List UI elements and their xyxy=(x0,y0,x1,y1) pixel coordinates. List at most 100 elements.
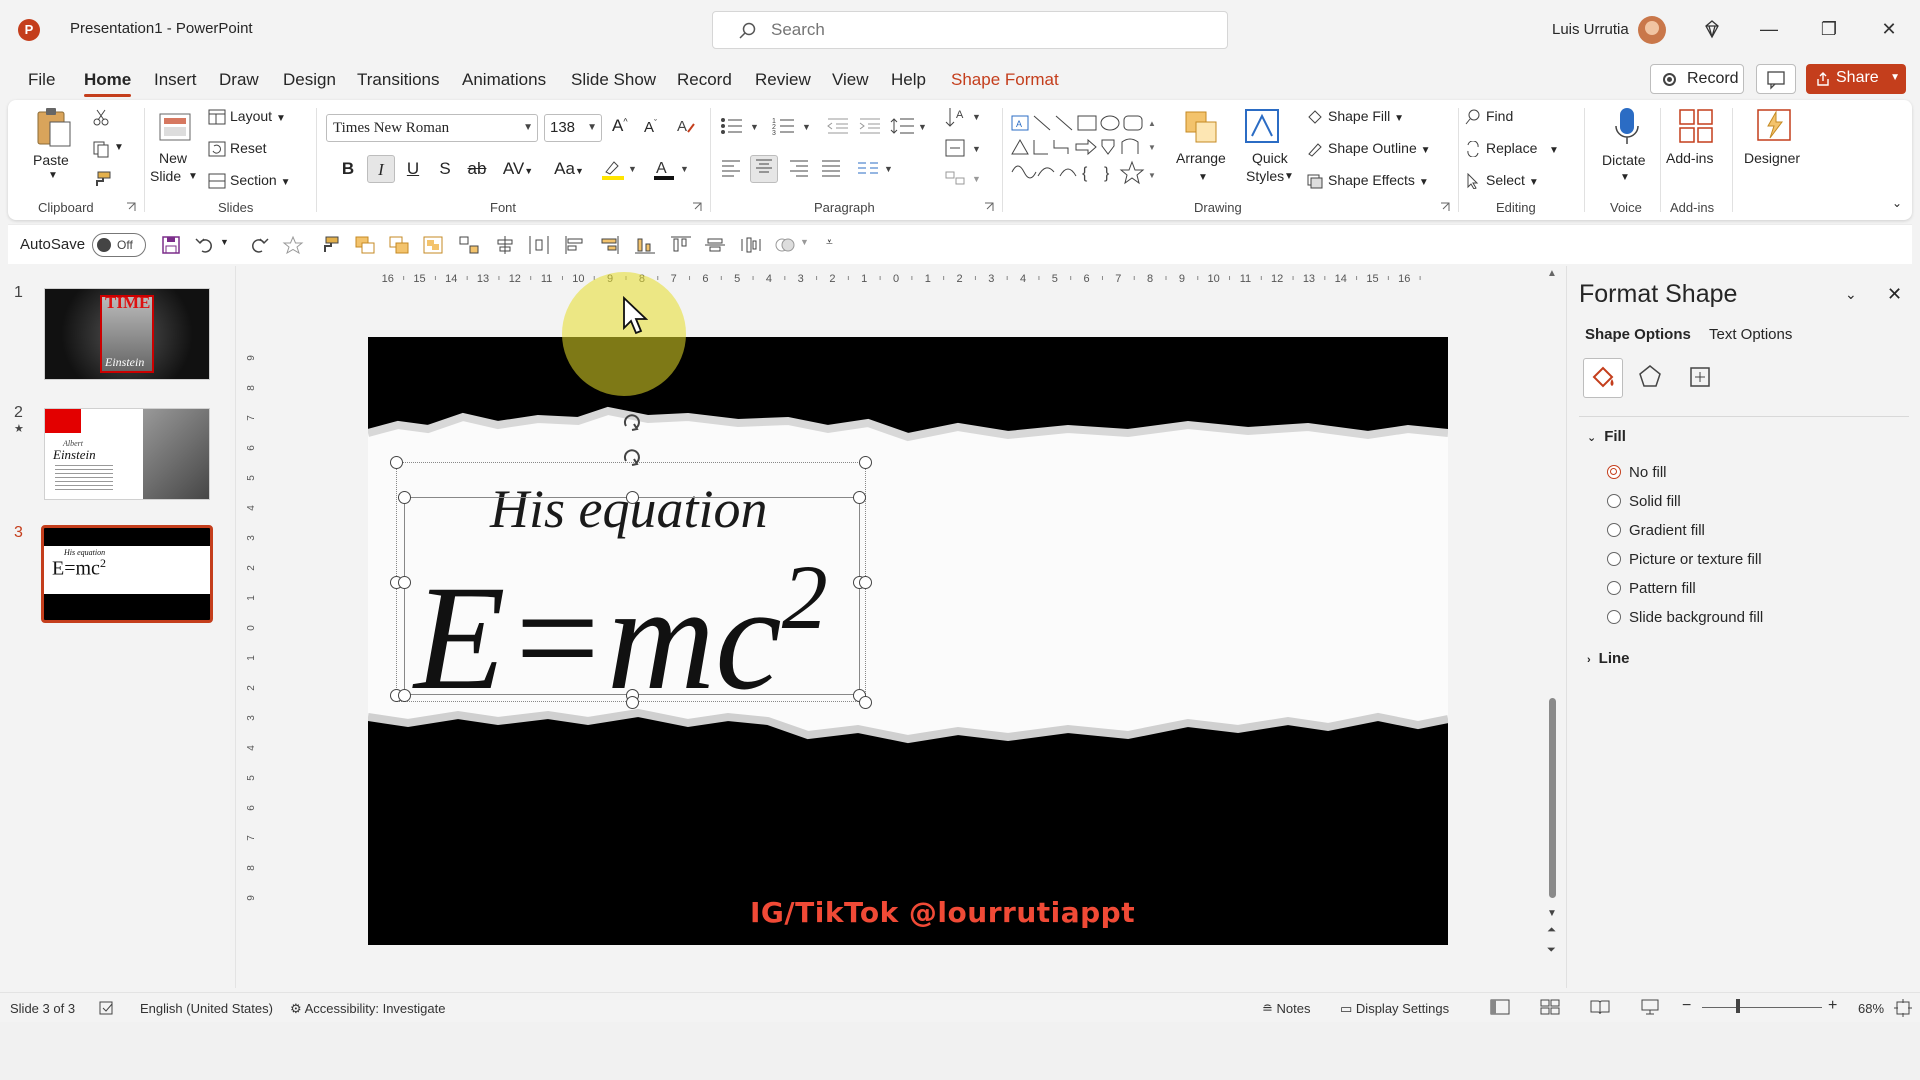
highlight-icon[interactable]: ▼ xyxy=(600,158,640,182)
restore-button[interactable]: ❐ xyxy=(1814,14,1844,44)
fill-section-header[interactable]: ⌄ Fill xyxy=(1587,428,1626,445)
send-backward-icon[interactable] xyxy=(388,235,410,255)
slide-thumbnail-1[interactable]: TIME Einstein xyxy=(44,288,210,380)
font-name-field[interactable]: Times New Roman ▼ xyxy=(326,114,538,142)
align-center-icon[interactable] xyxy=(494,235,516,255)
resize-handle[interactable] xyxy=(398,689,411,702)
bullets-icon[interactable]: ▼ xyxy=(720,116,764,136)
shape-outline-button[interactable]: Shape Outline ▼ xyxy=(1306,140,1431,157)
underline-button[interactable]: U xyxy=(399,155,427,183)
chevron-down-icon[interactable]: ▼ xyxy=(1198,172,1208,183)
vertical-ruler[interactable]: 9 8 7 6 5 4 3 2 1 0 1 2 3 4 5 6 7 8 9 xyxy=(244,336,264,936)
columns-icon[interactable]: ▼ xyxy=(856,158,894,178)
rotate-handle-icon[interactable] xyxy=(618,408,646,436)
align-middle-icon[interactable] xyxy=(704,235,726,255)
zoom-slider-thumb[interactable] xyxy=(1736,999,1740,1013)
chevron-down-icon[interactable]: ▼ xyxy=(48,170,58,181)
tab-animations[interactable]: Animations xyxy=(462,70,546,90)
comments-button[interactable] xyxy=(1756,64,1796,94)
language[interactable]: English (United States) xyxy=(140,1001,273,1016)
resize-handle[interactable] xyxy=(859,456,872,469)
shape-fill-button[interactable]: Shape Fill ▼ xyxy=(1306,108,1404,125)
zoom-slider-track[interactable] xyxy=(1702,1007,1822,1008)
dictate-label[interactable]: Dictate xyxy=(1602,152,1646,168)
convert-to-smartart-icon[interactable]: ▼ xyxy=(944,168,982,190)
radio-picture-fill[interactable]: Picture or texture fill xyxy=(1607,551,1762,568)
chevron-down-icon[interactable]: ▼ xyxy=(1284,171,1294,182)
add-ins-label[interactable]: Add-ins xyxy=(1666,150,1713,166)
increase-font-size-button[interactable]: A^ xyxy=(612,116,628,136)
paste-label[interactable]: Paste xyxy=(33,152,69,168)
radio-button[interactable] xyxy=(1607,523,1621,537)
customize-toolbar-icon[interactable]: ⩡ xyxy=(826,235,833,250)
next-slide-icon[interactable]: ⏷ xyxy=(1547,944,1556,957)
radio-button[interactable] xyxy=(1607,494,1621,508)
justify-icon[interactable] xyxy=(820,158,842,178)
designer-icon[interactable] xyxy=(1754,106,1794,146)
tab-design[interactable]: Design xyxy=(283,70,336,90)
font-color-icon[interactable]: A ▼ xyxy=(652,158,692,182)
resize-handle[interactable] xyxy=(390,456,403,469)
autosave-toggle[interactable]: Off xyxy=(92,233,146,257)
resize-handle[interactable] xyxy=(626,491,639,504)
arrange-label[interactable]: Arrange xyxy=(1176,150,1226,166)
layout-button[interactable]: Layout ▼ xyxy=(208,108,286,125)
resize-handle[interactable] xyxy=(398,576,411,589)
line-section-header[interactable]: › Line xyxy=(1587,650,1630,667)
ungroup-icon[interactable] xyxy=(458,235,480,255)
clear-formatting-icon[interactable]: A xyxy=(676,116,698,136)
size-properties-tab[interactable] xyxy=(1681,358,1721,398)
cut-icon[interactable] xyxy=(92,108,110,126)
arrange-icon[interactable] xyxy=(1182,108,1222,148)
microphone-icon[interactable] xyxy=(1612,106,1642,148)
slide-thumbnail-2[interactable]: Albert Einstein xyxy=(44,408,210,500)
undo-icon[interactable] xyxy=(194,235,216,255)
tab-insert[interactable]: Insert xyxy=(154,70,197,90)
resize-handle[interactable] xyxy=(859,696,872,709)
change-case-button[interactable]: Aa▼ xyxy=(548,155,590,183)
text-direction-icon[interactable]: A ▼ xyxy=(944,106,982,130)
merge-shapes-icon[interactable] xyxy=(774,235,796,255)
radio-button[interactable] xyxy=(1607,581,1621,595)
reset-button[interactable]: Reset xyxy=(208,140,267,157)
radio-solid-fill[interactable]: Solid fill xyxy=(1607,493,1681,510)
decrease-font-size-button[interactable]: Aˇ xyxy=(644,118,657,136)
shape-effects-button[interactable]: Shape Effects ▼ xyxy=(1306,172,1429,189)
dialog-launcher-icon[interactable] xyxy=(126,202,136,212)
fill-and-line-tab[interactable] xyxy=(1583,358,1623,398)
tab-file[interactable]: File xyxy=(28,70,55,90)
zoom-in-button[interactable]: + xyxy=(1828,997,1837,1015)
normal-view-icon[interactable] xyxy=(1490,999,1510,1015)
horizontal-ruler[interactable]: 1615141312111098765432101234567891011121… xyxy=(368,268,1448,288)
radio-button[interactable] xyxy=(1607,552,1621,566)
save-icon[interactable] xyxy=(160,235,182,255)
scroll-up-icon[interactable]: ▲ xyxy=(1547,268,1557,279)
redo-icon[interactable] xyxy=(248,235,270,255)
tab-transitions[interactable]: Transitions xyxy=(357,70,440,90)
reading-view-icon[interactable] xyxy=(1590,999,1610,1015)
tab-text-options[interactable]: Text Options xyxy=(1709,326,1792,343)
copy-icon[interactable] xyxy=(92,140,110,158)
tab-shape-format[interactable]: Shape Format xyxy=(951,70,1059,90)
radio-no-fill[interactable]: No fill xyxy=(1607,464,1667,481)
chevron-down-icon[interactable]: ▼ xyxy=(1890,72,1900,83)
replace-button[interactable]: Replace ▼ xyxy=(1464,140,1559,158)
notes-button[interactable]: ≘ Notes xyxy=(1262,1001,1311,1017)
scrollbar-thumb[interactable] xyxy=(1549,698,1556,898)
minimize-button[interactable]: — xyxy=(1754,14,1784,44)
numbering-icon[interactable]: 123▼ xyxy=(772,116,816,136)
decrease-indent-icon[interactable] xyxy=(826,116,850,136)
chevron-down-icon[interactable]: ▼ xyxy=(188,171,198,182)
select-button[interactable]: Select ▼ xyxy=(1464,172,1539,190)
format-painter-icon[interactable] xyxy=(320,235,342,255)
tab-review[interactable]: Review xyxy=(755,70,811,90)
align-right-icon[interactable] xyxy=(788,158,810,178)
line-spacing-icon[interactable]: ▼ xyxy=(890,116,928,136)
previous-slide-icon[interactable]: ⏶ xyxy=(1547,924,1556,937)
bold-button[interactable]: B xyxy=(334,155,362,183)
radio-button[interactable] xyxy=(1607,465,1621,479)
distribute-vertical-icon[interactable] xyxy=(740,235,762,255)
new-slide-label-2[interactable]: Slide xyxy=(150,168,181,184)
radio-slide-background-fill[interactable]: Slide background fill xyxy=(1607,609,1763,626)
quick-styles-label[interactable]: Quick xyxy=(1252,150,1288,166)
